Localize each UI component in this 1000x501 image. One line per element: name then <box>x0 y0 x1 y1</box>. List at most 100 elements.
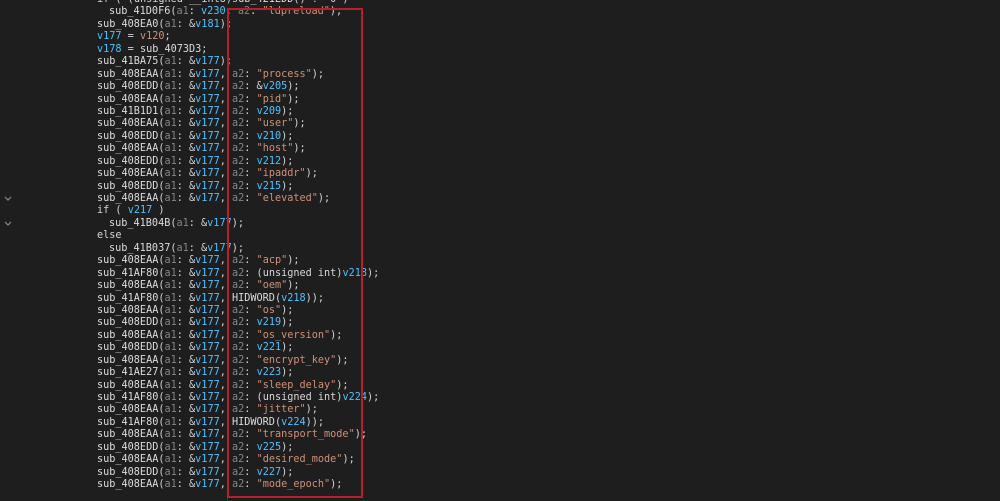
code-token: : & <box>176 342 196 354</box>
code-token: a1 <box>164 105 177 117</box>
code-token: a2 <box>232 454 245 466</box>
code-line[interactable]: sub_408EAA(a1: &v177, a2: "jitter"); <box>0 404 1000 416</box>
code-line[interactable]: sub_408EAA(a1: &v177, a2: "oem"); <box>0 280 1000 292</box>
code-token: a2 <box>232 193 245 204</box>
pseudocode-editor[interactable]: if ( (unsigned __int8)sub_421EDD() != 0 … <box>0 0 1000 492</box>
code-token: a2 <box>232 255 245 267</box>
code-line[interactable]: sub_408EAA(a1: &v177, a2: "mode_epoch"); <box>0 479 1000 491</box>
code-token: , <box>219 342 232 354</box>
code-line[interactable]: sub_41AE27(a1: &v177, a2: v223); <box>0 367 1000 379</box>
code-line[interactable]: sub_41AF80(a1: &v177, a2: (unsigned int)… <box>0 392 1000 404</box>
code-token: a1 <box>164 255 177 267</box>
code-token: v209 <box>256 105 282 117</box>
code-token: sub_408EAA <box>97 255 159 267</box>
code-line[interactable]: sub_408EDD(a1: &v177, a2: v219); <box>0 317 1000 329</box>
code-token: : & <box>176 379 196 391</box>
code-token: : & <box>176 155 196 167</box>
code-line[interactable]: sub_41B04B(a1: &v177); <box>0 218 1000 230</box>
code-token: , <box>219 329 232 341</box>
code-token: : <box>244 118 257 130</box>
code-token: ); <box>281 304 294 316</box>
code-token: a2 <box>232 404 245 416</box>
code-token: : & <box>176 454 196 466</box>
code-token: , <box>219 155 232 167</box>
code-token: a1 <box>176 6 189 18</box>
code-token: : & <box>176 292 196 304</box>
code-token: v215 <box>256 180 282 192</box>
code-token: : <box>244 317 257 329</box>
code-token: v177 <box>97 31 122 43</box>
code-token: a1 <box>164 304 177 316</box>
code-token: a2 <box>232 155 245 167</box>
code-token: a2 <box>232 180 245 192</box>
code-line[interactable]: sub_408EAA(a1: &v177, a2: "ipaddr"); <box>0 168 1000 180</box>
code-token: a2 <box>232 143 245 155</box>
code-token: "pid" <box>256 93 288 105</box>
code-line[interactable]: sub_41AF80(a1: &v177, a2: (unsigned int)… <box>0 268 1000 280</box>
code-token: : & <box>176 93 196 105</box>
code-token: a2 <box>232 429 245 441</box>
code-line[interactable]: sub_408EDD(a1: &v177, a2: v210); <box>0 131 1000 143</box>
code-line[interactable]: sub_408EDD(a1: &v177, a2: v227); <box>0 467 1000 479</box>
code-line[interactable]: sub_41D0F6(a1: v230, a2: "ldpreload"); <box>0 6 1000 18</box>
code-line[interactable]: sub_408EAA(a1: &v177, a2: "desired_mode"… <box>0 454 1000 466</box>
code-token: "desired_mode" <box>256 454 343 466</box>
code-token: unsigned int <box>262 267 337 279</box>
code-line[interactable]: sub_408EAA(a1: &v177, a2: "user"); <box>0 118 1000 130</box>
code-line[interactable]: sub_408EAA(a1: &v177, a2: "transport_mod… <box>0 429 1000 441</box>
code-token: : & <box>176 81 196 93</box>
code-line[interactable]: sub_408EDD(a1: &v177, a2: v221); <box>0 342 1000 354</box>
code-line[interactable]: sub_408EAA(a1: &v177, a2: "os_version"); <box>0 330 1000 342</box>
code-line[interactable]: sub_408EAA(a1: &v177, a2: "process"); <box>0 69 1000 81</box>
code-token: a2 <box>232 392 245 403</box>
code-token: a2 <box>232 379 245 391</box>
code-token: : & <box>176 130 196 142</box>
code-token: ); <box>281 317 294 329</box>
code-line[interactable]: sub_408EAA(a1: &v177, a2: "encrypt_key")… <box>0 355 1000 367</box>
code-token: : <box>244 329 257 341</box>
code-token: sub_41BA75 <box>97 56 159 68</box>
code-token: sub_41D0F6 <box>109 6 171 18</box>
code-token: ); <box>219 56 232 68</box>
code-token: : <box>244 429 257 441</box>
code-line[interactable]: sub_408EDD(a1: &v177, a2: &v205); <box>0 81 1000 93</box>
code-line[interactable]: sub_41AF80(a1: &v177, HIDWORD(v224)); <box>0 417 1000 429</box>
code-token: ); <box>305 168 318 180</box>
code-line[interactable]: sub_408EAA(a1: &v177, a2: "host"); <box>0 143 1000 155</box>
code-token: , <box>219 466 232 478</box>
code-token: v177 <box>195 379 220 391</box>
code-token: a1 <box>164 193 177 204</box>
code-token: = <box>121 43 140 55</box>
code-line[interactable]: sub_41B037(a1: &v177); <box>0 243 1000 255</box>
code-line[interactable]: sub_408EA0(a1: &v181); <box>0 19 1000 31</box>
code-line[interactable]: v178 = sub_4073D3; <box>0 44 1000 56</box>
code-token: ); <box>330 329 343 341</box>
code-line[interactable]: sub_41BA75(a1: &v177); <box>0 56 1000 68</box>
code-line[interactable]: if ( v217 ) <box>0 205 1000 217</box>
code-line[interactable]: else <box>0 230 1000 242</box>
code-token: v177 <box>195 404 220 416</box>
code-token: )); <box>305 292 325 304</box>
code-line[interactable]: sub_41AF80(a1: &v177, HIDWORD(v218)); <box>0 293 1000 305</box>
code-line[interactable]: sub_408EDD(a1: &v177, a2: v212); <box>0 156 1000 168</box>
code-token: , <box>219 255 232 267</box>
code-line[interactable]: sub_408EAA(a1: &v177, a2: "pid"); <box>0 94 1000 106</box>
code-token: sub_408EAA <box>97 93 159 105</box>
code-line[interactable]: sub_408EAA(a1: &v177, a2: "elevated"); <box>0 193 1000 205</box>
code-token: a1 <box>164 155 177 167</box>
code-line[interactable]: sub_408EAA(a1: &v177, a2: "os"); <box>0 305 1000 317</box>
code-token: v227 <box>256 466 282 478</box>
code-token: a2 <box>232 304 245 316</box>
code-token: ); <box>336 379 349 391</box>
code-line[interactable]: v177 = v120; <box>0 31 1000 43</box>
code-token: , <box>219 93 232 105</box>
code-line[interactable]: sub_408EDD(a1: &v177, a2: v225); <box>0 442 1000 454</box>
code-token: unsigned int <box>262 392 337 403</box>
code-line[interactable]: sub_41B1D1(a1: &v177, a2: v209); <box>0 106 1000 118</box>
code-line[interactable]: sub_408EAA(a1: &v177, a2: "acp"); <box>0 255 1000 267</box>
code-token: , <box>219 168 232 180</box>
code-token: v178 <box>97 43 122 55</box>
code-line[interactable]: sub_408EAA(a1: &v177, a2: "sleep_delay")… <box>0 380 1000 392</box>
code-line[interactable]: sub_408EDD(a1: &v177, a2: v215); <box>0 181 1000 193</box>
code-token: )); <box>305 416 325 428</box>
